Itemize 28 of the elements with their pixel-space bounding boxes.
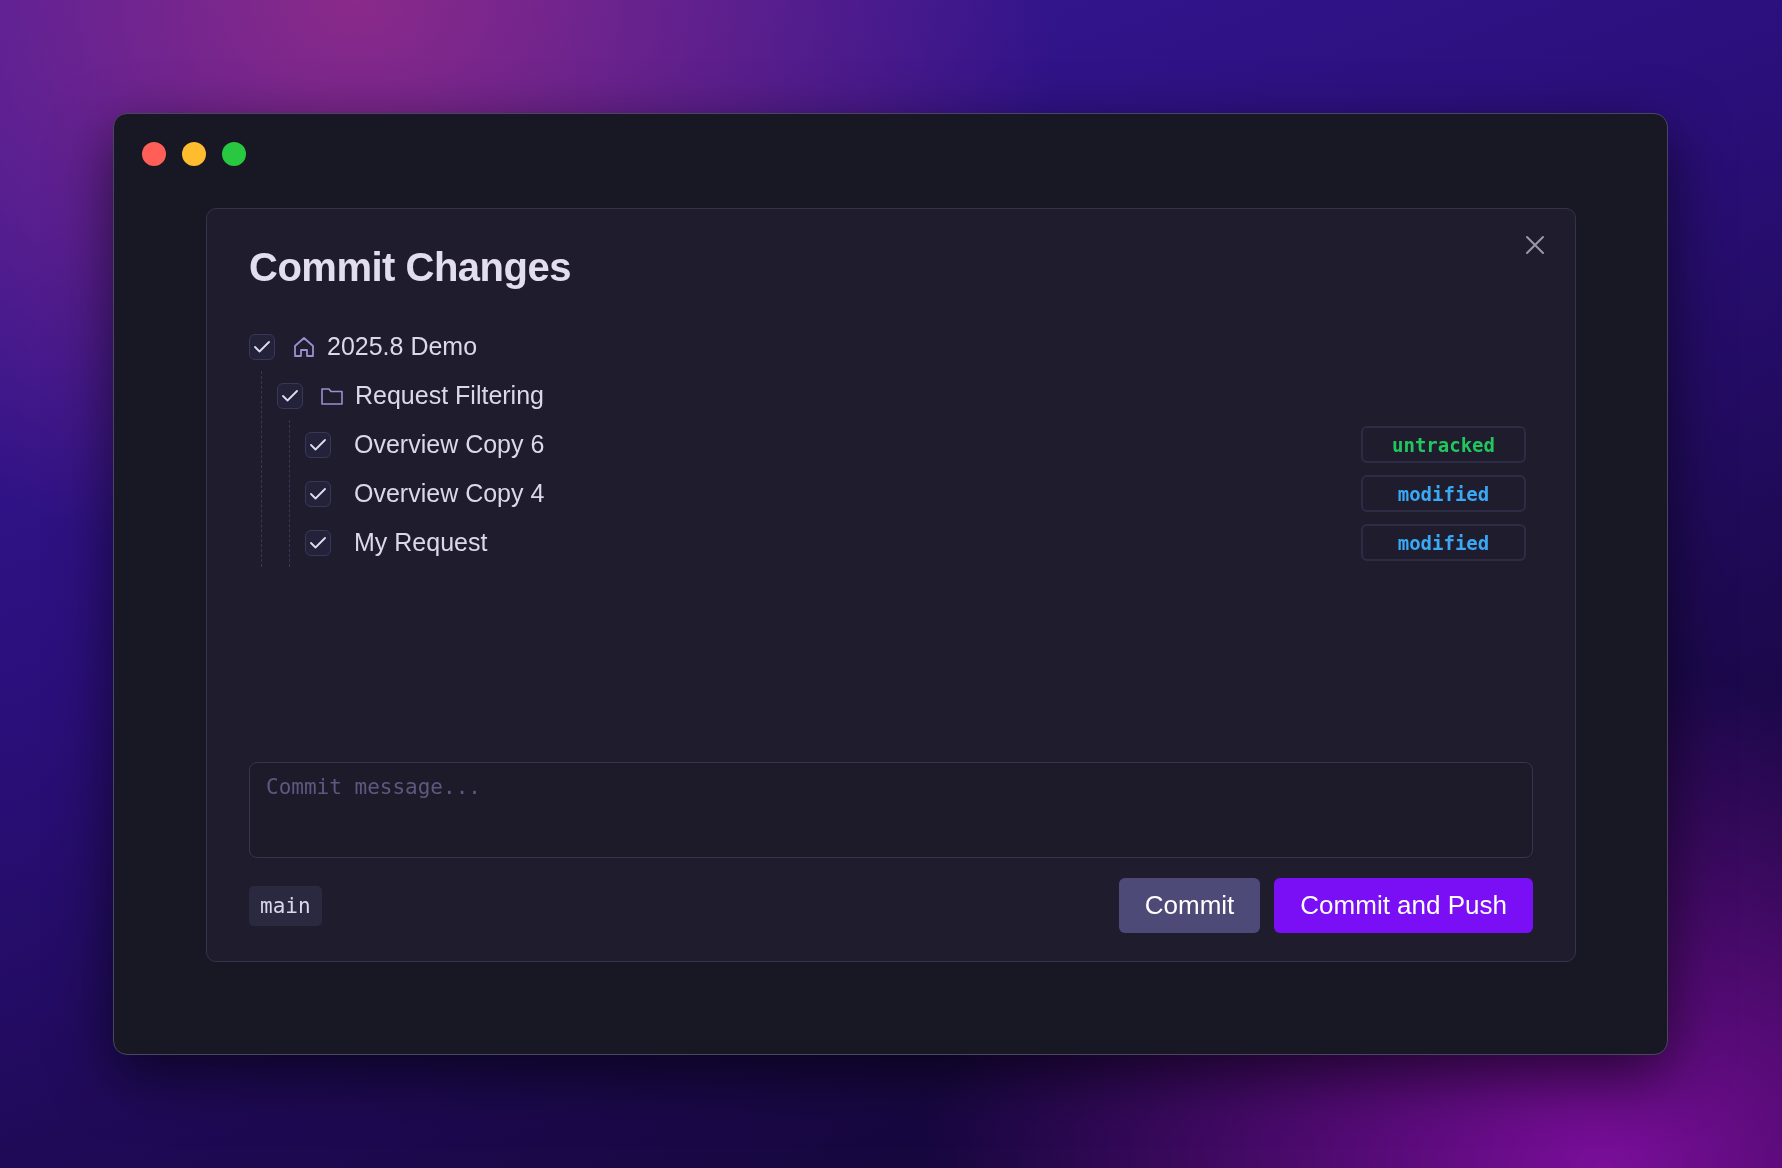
check-icon [310,536,326,549]
branch-tag: main [249,885,322,926]
check-icon [310,487,326,500]
check-icon [310,438,326,451]
commit-message-field[interactable]: Commit message... [249,762,1533,858]
status-badge: untracked [1361,426,1526,463]
tree-item-label[interactable]: Overview Copy 6 [354,430,545,459]
check-icon [282,389,298,402]
checkbox[interactable] [305,480,331,507]
home-icon [292,334,316,359]
status-badge: modified [1361,475,1526,512]
zoom-window-button[interactable] [222,142,246,166]
tree-item-label[interactable]: 2025.8 Demo [327,332,478,361]
close-icon[interactable] [1525,235,1545,255]
commit-button[interactable]: Commit [1118,878,1261,933]
status-badge: modified [1361,524,1526,561]
checkbox[interactable] [249,333,275,360]
commit-and-push-button[interactable]: Commit and Push [1274,878,1533,933]
dialog-title: Commit Changes [249,245,572,290]
tree-item-label[interactable]: Overview Copy 4 [354,479,545,508]
checkbox[interactable] [277,382,303,409]
tree-item-label[interactable]: My Request [354,528,488,557]
minimize-window-button[interactable] [182,142,206,166]
checkbox[interactable] [305,431,331,458]
tree-item-label[interactable]: Request Filtering [355,381,544,410]
check-icon [254,340,270,353]
close-window-button[interactable] [142,142,166,166]
checkbox[interactable] [305,529,331,556]
